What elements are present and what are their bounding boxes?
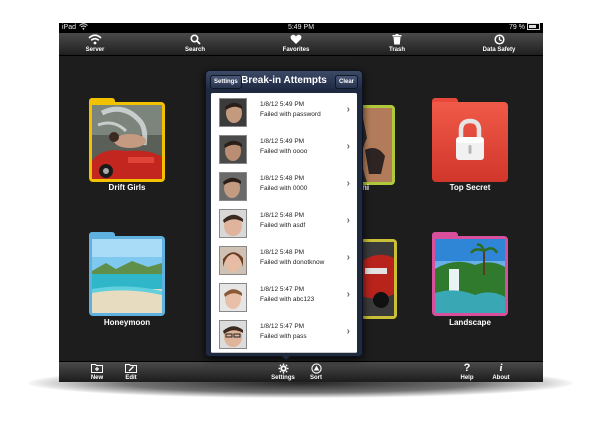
attempt-reason: Failed with abc123 [260, 296, 315, 303]
clock: 5:49 PM [287, 24, 315, 31]
attempt-reason: Failed with password [260, 111, 321, 118]
edit-label: Edit [125, 375, 137, 381]
attempt-date: 1/8/12 5:49 PM [260, 101, 305, 108]
bottom-toolbar: New Edit Settings Sort ? Help i About [59, 361, 543, 382]
attempt-row[interactable]: 1/8/12 5:48 PM Failed with donotknow › [211, 241, 357, 279]
attempts-list: 1/8/12 5:49 PM Failed with password › 1/… [211, 93, 357, 353]
attempt-date: 1/8/12 5:47 PM [260, 286, 305, 293]
popover-arrow [279, 353, 293, 360]
popover-settings-button[interactable]: Settings [210, 75, 242, 89]
about-button[interactable]: i About [481, 363, 521, 382]
search-button[interactable]: Search [170, 34, 220, 54]
attempt-row[interactable]: 1/8/12 5:49 PM Failed with password › [211, 93, 357, 131]
server-button[interactable]: Server [70, 34, 120, 54]
info-icon: i [499, 362, 503, 374]
folder-thumbnail [435, 239, 505, 313]
attempt-date: 1/8/12 5:48 PM [260, 212, 305, 219]
trash-label: Trash [388, 47, 405, 53]
about-label: About [492, 375, 510, 381]
attempt-date: 1/8/12 5:48 PM [260, 249, 305, 256]
chevron-right-icon: › [346, 289, 350, 300]
attempt-date: 1/8/12 5:49 PM [260, 138, 305, 145]
history-icon [474, 34, 524, 46]
attempt-date: 1/8/12 5:47 PM [260, 323, 305, 330]
folder-landscape[interactable] [432, 232, 508, 316]
attempt-date: 1/8/12 5:48 PM [260, 175, 305, 182]
chevron-right-icon: › [346, 178, 350, 189]
intruder-photo [219, 135, 247, 164]
battery-indicator: 79 % [509, 23, 540, 33]
status-bar: iPad 5:49 PM 79 % [59, 23, 543, 33]
intruder-photo [219, 283, 247, 312]
sort-button[interactable]: Sort [296, 363, 336, 382]
favorites-button[interactable]: Favorites [271, 34, 321, 54]
chevron-right-icon: › [346, 215, 350, 226]
attempt-row[interactable]: 1/8/12 5:48 PM Failed with 0000 › [211, 167, 357, 205]
folder-thumbnail [361, 242, 394, 316]
wifi-icon [70, 34, 120, 46]
search-icon [170, 34, 220, 46]
folder-label: Honeymoon [103, 318, 151, 327]
data-safety-button[interactable]: Data Safety [474, 34, 524, 54]
attempt-row[interactable]: 1/8/12 5:47 PM Failed with abc123 › [211, 278, 357, 316]
trash-icon [372, 34, 422, 46]
chevron-right-icon: › [346, 252, 350, 263]
intruder-photo [219, 246, 247, 275]
folder-label: Drift Girls [108, 183, 146, 192]
search-label: Search [184, 47, 205, 53]
attempt-reason: Failed with asdf [260, 222, 306, 229]
chevron-right-icon: › [346, 326, 350, 337]
intruder-photo [219, 209, 247, 238]
server-label: Server [85, 47, 105, 53]
folder-label: ni [362, 183, 370, 192]
attempt-row[interactable]: 1/8/12 5:47 PM Failed with pass › [211, 315, 357, 353]
folder-thumbnail [92, 105, 162, 179]
break-in-attempts-popover: Break-in Attempts Settings Clear 1/8/12 … [205, 70, 363, 357]
folder-top-secret[interactable] [432, 98, 508, 182]
folder-drift-girls[interactable] [89, 98, 165, 182]
attempt-reason: Failed with donotknow [260, 259, 325, 266]
battery-icon [527, 23, 540, 30]
folder-thumbnail [92, 239, 162, 313]
favorites-label: Favorites [282, 47, 310, 53]
chevron-right-icon: › [346, 141, 350, 152]
popover-clear-button[interactable]: Clear [334, 75, 358, 89]
attempt-reason: Failed with pass [260, 333, 307, 340]
chevron-right-icon: › [346, 104, 350, 115]
intruder-photo [219, 320, 247, 349]
intruder-photo [219, 98, 247, 127]
edit-icon [111, 363, 151, 374]
attempt-reason: Failed with 0000 [260, 185, 308, 192]
folder-label: Landscape [449, 318, 491, 327]
top-toolbar: Server Search Favorites Trash Data Safet… [59, 33, 543, 56]
intruder-photo [219, 172, 247, 201]
sort-icon [296, 363, 336, 374]
heart-icon [271, 34, 321, 46]
folder-partial-lower[interactable] [361, 235, 397, 319]
attempt-row[interactable]: 1/8/12 5:49 PM Failed with oooo › [211, 130, 357, 168]
sort-label: Sort [310, 375, 322, 381]
lock-icon [454, 118, 486, 162]
data-safety-label: Data Safety [482, 47, 516, 53]
folder-label: Top Secret [449, 183, 491, 192]
edit-button[interactable]: Edit [111, 363, 151, 382]
battery-percent: 79 % [509, 24, 525, 31]
attempt-row[interactable]: 1/8/12 5:48 PM Failed with asdf › [211, 204, 357, 242]
popover-header: Break-in Attempts Settings Clear [206, 71, 362, 91]
attempt-reason: Failed with oooo [260, 148, 308, 155]
trash-button[interactable]: Trash [372, 34, 422, 54]
folder-honeymoon[interactable] [89, 232, 165, 316]
